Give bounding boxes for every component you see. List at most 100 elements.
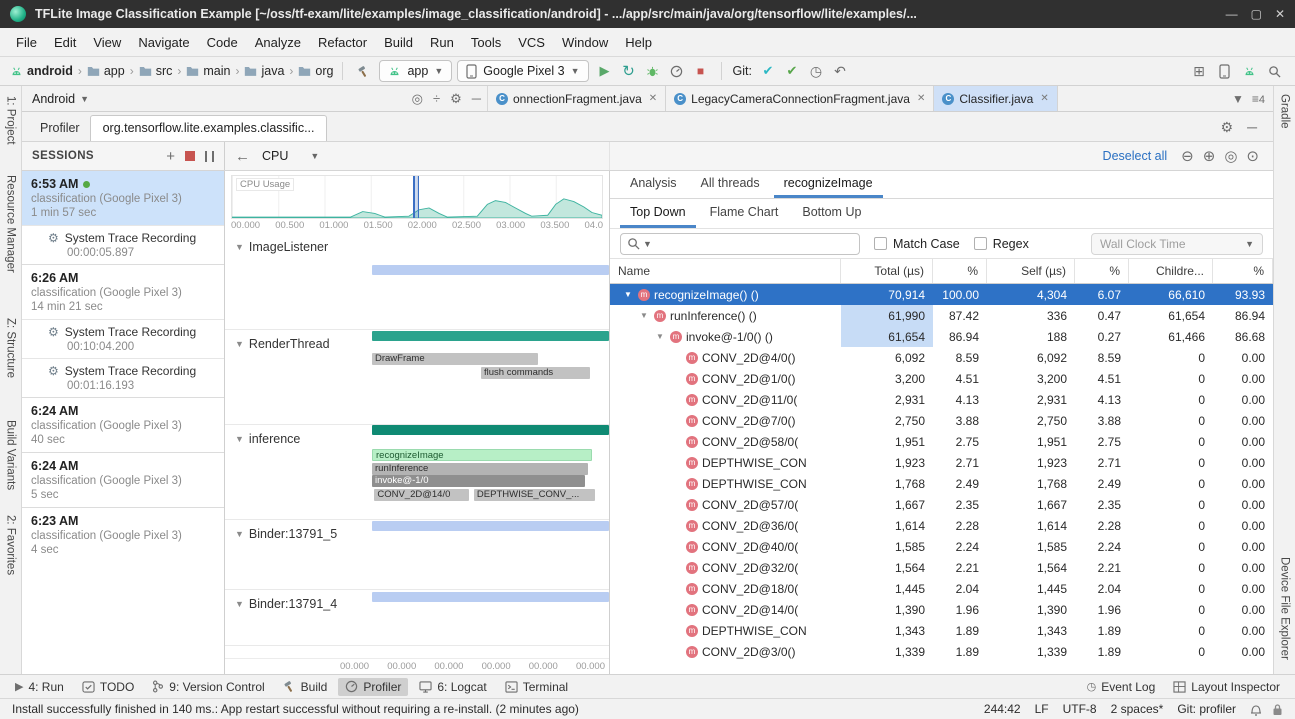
collapse-triangle-icon[interactable]: ▼: [235, 337, 244, 349]
table-row[interactable]: mCONV_2D@18/0(1,4452.041,4452.0400.00: [610, 578, 1273, 599]
caret-position[interactable]: 244:42: [984, 702, 1021, 716]
sdk-manager-icon[interactable]: [1238, 60, 1260, 82]
thread-row[interactable]: ▼Binder:13791_4: [225, 590, 609, 646]
table-row[interactable]: mCONV_2D@4/0()6,0928.596,0928.5900.00: [610, 347, 1273, 368]
thread-row[interactable]: ▼inferencerecognizeImagerunInferenceinvo…: [225, 425, 609, 520]
collapse-sessions-icon[interactable]: [205, 151, 214, 162]
trace-recording-item[interactable]: ⚙System Trace Recording00:01:16.193: [22, 358, 224, 397]
reset-zoom-icon[interactable]: ◎: [1224, 147, 1237, 165]
tool-button-event-log[interactable]: ◷Event Log: [1080, 678, 1163, 696]
collapse-all-icon[interactable]: ÷: [433, 91, 440, 107]
build-hammer-icon[interactable]: [352, 60, 374, 82]
menu-build[interactable]: Build: [376, 31, 421, 54]
tool-stripe-resource-manager[interactable]: Resource Manager: [5, 175, 17, 273]
analysis-tab-recognizeimage[interactable]: recognizeImage: [774, 171, 883, 198]
apply-changes-icon[interactable]: ↻: [618, 60, 640, 82]
trace-bar[interactable]: runInference: [372, 463, 588, 475]
editor-tab[interactable]: CLegacyCameraConnectionFragment.java✕: [666, 86, 934, 111]
hidden-tabs-list-icon[interactable]: ≡4: [1252, 92, 1265, 106]
lock-icon[interactable]: [1272, 703, 1283, 716]
project-structure-icon[interactable]: ⊞: [1188, 60, 1210, 82]
add-session-icon[interactable]: +: [166, 148, 175, 165]
table-row[interactable]: mDEPTHWISE_CON1,7682.491,7682.4900.00: [610, 473, 1273, 494]
menu-view[interactable]: View: [85, 31, 129, 54]
collapse-triangle-icon[interactable]: ▼: [235, 240, 244, 252]
thread-row[interactable]: ▼RenderThreadDrawFrameflush commands: [225, 330, 609, 425]
close-button-icon[interactable]: ✕: [1275, 7, 1285, 21]
session-item[interactable]: 6:23 AMclassification (Google Pixel 3)4 …: [22, 507, 224, 562]
search-everywhere-icon[interactable]: [1263, 60, 1285, 82]
line-ending[interactable]: LF: [1035, 702, 1049, 716]
trace-bar[interactable]: recognizeImage: [372, 449, 592, 461]
menu-navigate[interactable]: Navigate: [130, 31, 197, 54]
history-icon[interactable]: ◷: [805, 60, 827, 82]
search-input[interactable]: [655, 237, 853, 251]
editor-tab[interactable]: CClassifier.java✕: [934, 86, 1057, 111]
table-row[interactable]: ▼minvoke@-1/0() ()61,65486.941880.2761,4…: [610, 326, 1273, 347]
table-row[interactable]: mCONV_2D@14/0(1,3901.961,3901.9600.00: [610, 599, 1273, 620]
table-row[interactable]: mCONV_2D@11/0(2,9314.132,9314.1300.00: [610, 389, 1273, 410]
commit-check-icon[interactable]: ✔: [757, 60, 779, 82]
session-item[interactable]: 6:53 AMclassification (Google Pixel 3)1 …: [22, 171, 224, 225]
zoom-out-icon[interactable]: ⊖: [1181, 147, 1194, 165]
thread-trace-bars[interactable]: [372, 520, 609, 589]
notifications-bell-icon[interactable]: [1250, 703, 1262, 716]
breadcrumb-android[interactable]: android: [10, 64, 73, 78]
menu-code[interactable]: Code: [199, 31, 246, 54]
analysis-tab-all-threads[interactable]: All threads: [691, 171, 770, 198]
tool-button-layout-inspector[interactable]: Layout Inspector: [1166, 678, 1287, 696]
tool-stripe-build-variants[interactable]: Build Variants: [5, 420, 17, 490]
tool-stripe-2-favorites[interactable]: 2: Favorites: [5, 515, 17, 575]
tool-button-build[interactable]: Build: [276, 678, 335, 696]
timeline-selection-marker[interactable]: [413, 176, 419, 218]
project-view-selector[interactable]: Android ▼: [32, 92, 89, 106]
tool-stripe-1-project[interactable]: 1: Project: [5, 96, 17, 145]
trace-bar[interactable]: flush commands: [481, 367, 590, 379]
session-item[interactable]: 6:24 AMclassification (Google Pixel 3)40…: [22, 397, 224, 452]
collapse-triangle-icon[interactable]: ▼: [235, 597, 244, 609]
table-row[interactable]: mCONV_2D@36/0(1,6142.281,6142.2800.00: [610, 515, 1273, 536]
avd-manager-icon[interactable]: [1213, 60, 1235, 82]
tool-stripe-gradle[interactable]: Gradle: [1279, 94, 1291, 129]
column-header[interactable]: Total (µs): [841, 259, 933, 283]
trace-bar[interactable]: DrawFrame: [372, 353, 538, 365]
stop-icon[interactable]: ■: [690, 60, 712, 82]
stop-recording-icon[interactable]: [185, 151, 195, 161]
indent-setting[interactable]: 2 spaces*: [1111, 702, 1164, 716]
profiler-mode-dropdown[interactable]: CPU ▼: [262, 149, 319, 163]
status-message[interactable]: Install successfully finished in 140 ms.…: [12, 702, 970, 716]
session-item[interactable]: 6:24 AMclassification (Google Pixel 3)5 …: [22, 452, 224, 507]
thread-trace-bars[interactable]: DrawFrame flush commands: [372, 330, 609, 424]
table-row[interactable]: mDEPTHWISE_CON1,9232.711,9232.7100.00: [610, 452, 1273, 473]
hide-panel-icon[interactable]: ─: [472, 91, 481, 107]
trace-bar[interactable]: invoke@-1/0: [372, 475, 585, 487]
locate-file-icon[interactable]: ◎: [412, 91, 423, 107]
close-tab-icon[interactable]: ✕: [649, 93, 657, 104]
menu-run[interactable]: Run: [422, 31, 462, 54]
zoom-to-selection-icon[interactable]: ⊙: [1246, 147, 1259, 165]
column-header[interactable]: %: [933, 259, 987, 283]
trace-bar[interactable]: [372, 265, 609, 275]
settings-gear-icon[interactable]: ⚙: [1221, 119, 1234, 136]
run-configuration-dropdown[interactable]: app ▼: [379, 60, 452, 82]
collapse-triangle-icon[interactable]: ▼: [235, 432, 244, 444]
menu-vcs[interactable]: VCS: [510, 31, 553, 54]
deselect-all-link[interactable]: Deselect all: [1103, 149, 1168, 163]
trace-bar[interactable]: [372, 592, 609, 602]
expand-triangle-icon[interactable]: ▼: [622, 290, 634, 299]
expand-triangle-icon[interactable]: ▼: [654, 332, 666, 341]
tool-button-4-run[interactable]: ▶4: Run: [8, 678, 71, 696]
hide-panel-icon[interactable]: ─: [1247, 119, 1257, 136]
thread-row[interactable]: ▼ImageListener: [225, 233, 609, 330]
tool-button-terminal[interactable]: Terminal: [498, 678, 575, 696]
close-tab-icon[interactable]: ✕: [1040, 93, 1048, 104]
device-dropdown[interactable]: Google Pixel 3 ▼: [457, 60, 588, 82]
table-row[interactable]: mCONV_2D@3/0()1,3391.891,3391.8900.00: [610, 641, 1273, 662]
settings-gear-icon[interactable]: ⚙: [450, 91, 462, 107]
close-tab-icon[interactable]: ✕: [917, 93, 925, 104]
tool-button-profiler[interactable]: Profiler: [338, 678, 408, 696]
analysis-subtab-bottom-up[interactable]: Bottom Up: [792, 199, 871, 228]
regex-checkbox[interactable]: Regex: [974, 237, 1029, 251]
menu-analyze[interactable]: Analyze: [247, 31, 309, 54]
breadcrumb-main[interactable]: main: [186, 64, 230, 78]
